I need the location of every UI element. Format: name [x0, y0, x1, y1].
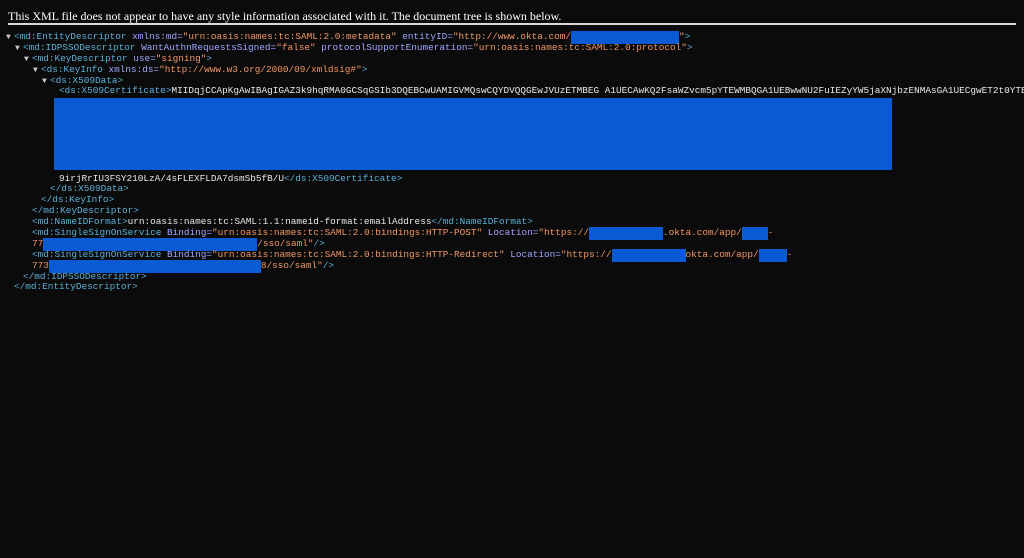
key-info-open: ▼ <ds:KeyInfo xmlns:ds="http://www.w3.org… [33, 63, 368, 75]
x509-certificate-line: <ds:X509Certificate>MIIDqjCCApKgAwIBAgIG… [59, 85, 1024, 97]
xml-no-style-banner: This XML file does not appear to have an… [8, 8, 1016, 25]
idpsso-descriptor-close: </md:IDPSSODescriptor> [23, 270, 147, 282]
x509-data-close: </ds:X509Data> [50, 183, 129, 195]
x509-certificate-end: 9irjRrIU3FSY210LzA/4sFLEXFLDA7dsmSb5fB/U… [59, 172, 403, 184]
key-info-close: </ds:KeyInfo> [41, 194, 115, 206]
sso-service-redirect-cont: 773 8/sso/saml"/> [32, 259, 335, 273]
entity-descriptor-close: </md:EntityDescriptor> [14, 281, 138, 293]
certificate-redaction-block [54, 98, 892, 170]
